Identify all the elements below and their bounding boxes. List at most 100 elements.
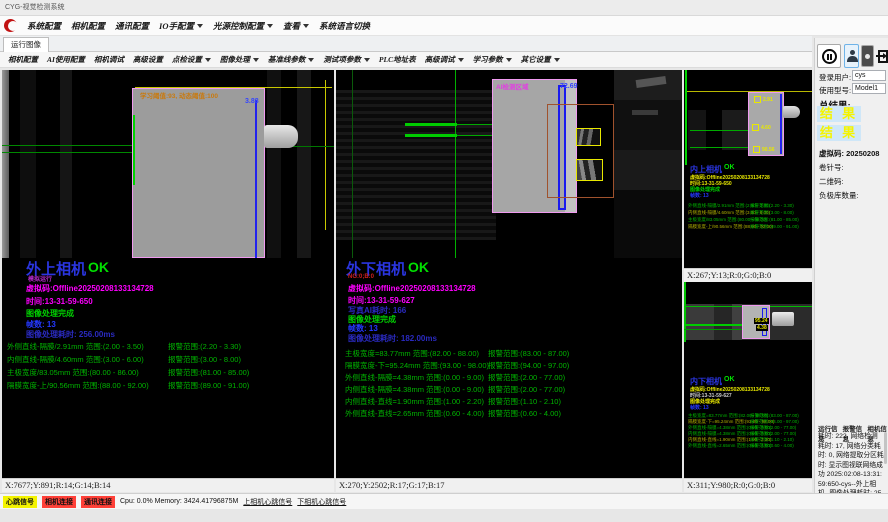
- process-done-text: 图像处理完成: [26, 308, 74, 319]
- ai-region-label: AI检测区域: [496, 81, 529, 91]
- tool-image-processing[interactable]: 图像处理: [220, 54, 259, 65]
- roi-rect-yellow: [752, 124, 759, 131]
- blue-measure-line: [780, 94, 782, 154]
- overlay-value: 4.38: [756, 325, 768, 331]
- camera-connect-badge: 相机连接: [42, 496, 76, 508]
- blue-measure-label: 3.88: [245, 98, 259, 105]
- menu-bar: 系统配置 相机配置 通讯配置 IO手配置 光源控制配置 查看 系统语言切换: [0, 16, 888, 36]
- camera-status-ok: OK: [408, 259, 429, 275]
- lower-camera-heartbeat-text: 下相机心跳信号: [297, 497, 346, 507]
- login-user-field[interactable]: cys: [852, 70, 886, 81]
- left-camera-image[interactable]: 学习阈值:93, 动态阈值:100 3.88: [2, 70, 334, 258]
- green-line: [2, 145, 133, 146]
- center-camera-image[interactable]: AI检测区域 72.69: [336, 70, 682, 258]
- pixel-coords-bar: X:311;Y:980;R:0;G:0;B:0: [684, 478, 812, 492]
- metal-highlight: [632, 110, 658, 115]
- dropdown-arrow-icon: [308, 58, 314, 62]
- toolbar: 相机配置 AI使用配置 相机调试 高级设置 点检设置 图像处理 基准线参数 测试…: [0, 52, 812, 68]
- top-right-camera-panel: 2.91 4.60 90.56 内上相机 OK 虚拟码:Offline20250…: [684, 70, 812, 282]
- dropdown-arrow-icon: [197, 24, 203, 28]
- status-bar: 心跳信号 相机连接 通讯连接 Cpu: 0.0% Memory: 3424.41…: [0, 493, 888, 509]
- model-label: 使用型号:: [819, 85, 851, 96]
- elapsed-text: 图像处理耗时: 182.00ms: [348, 333, 437, 344]
- menu-item-language[interactable]: 系统语言切换: [319, 20, 370, 32]
- menu-item-view[interactable]: 查看: [283, 20, 309, 32]
- barcode-text: 虚拟码:Offline20250208133134728: [26, 283, 154, 294]
- tab-strip: 运行图像: [0, 36, 812, 52]
- green-hline-thick: [684, 324, 744, 326]
- camera-status-ok: OK: [88, 259, 109, 275]
- comm-connect-badge: 通讯连接: [81, 496, 115, 508]
- menu-item-camera-config[interactable]: 相机配置: [71, 20, 105, 32]
- tool-other-settings[interactable]: 其它设置: [521, 54, 560, 65]
- app-window: CYG-视觉检测系统 系统配置 相机配置 通讯配置 IO手配置 光源控制配置 查…: [0, 0, 888, 522]
- roi-rect-yellow: [576, 128, 601, 146]
- qr-code-label: 二维码:: [819, 176, 844, 187]
- roi-rect-yellow: [754, 96, 761, 103]
- pixel-coords-bar: X:7677;Y:891;R:14;G:14;B:14: [2, 478, 334, 492]
- exit-button[interactable]: [876, 45, 888, 67]
- tool-test-params[interactable]: 测试项参数: [323, 54, 370, 65]
- exit-icon: [878, 50, 888, 63]
- dropdown-arrow-icon: [458, 58, 464, 62]
- time-text: 时间:13-31-59-650: [26, 296, 93, 307]
- model-field[interactable]: Model1: [852, 83, 886, 94]
- menu-item-io-config[interactable]: IO手配置: [159, 20, 203, 32]
- green-hline-thick: [405, 123, 457, 126]
- menu-item-light-config[interactable]: 光源控制配置: [213, 20, 273, 32]
- machine-background: [336, 90, 496, 240]
- roi-rect-yellow: [576, 159, 603, 181]
- control-panel: 登录用户: cys 使用型号: Model1 总结果: 结 果 结 果 虚拟码:…: [814, 38, 888, 493]
- green-edge-line: [133, 115, 135, 185]
- cpu-memory-text: Cpu: 0.0% Memory: 3424.41796875M: [120, 498, 238, 505]
- blue-measure-line: [255, 100, 257, 258]
- dropdown-arrow-icon: [364, 58, 370, 62]
- tool-plc-address[interactable]: PLC地址表: [379, 54, 416, 65]
- tool-ai-usage-config[interactable]: AI使用配置: [47, 54, 85, 65]
- tool-advanced-debug[interactable]: 高级调试: [425, 54, 464, 65]
- overlay-value: 2.91: [763, 97, 773, 103]
- tool-spot-check[interactable]: 点检设置: [172, 54, 211, 65]
- machine-right: [267, 70, 334, 258]
- tool-camera-config[interactable]: 相机配置: [8, 54, 38, 65]
- pixel-coords-bar: X:267;Y:13;R:0;G:0;B:0: [684, 268, 812, 282]
- user-button[interactable]: [844, 44, 859, 68]
- result-badge-1: 结 果: [817, 106, 861, 122]
- camera-status-ok: OK: [724, 164, 735, 171]
- tool-baseline-params[interactable]: 基准线参数: [268, 54, 315, 65]
- overlay-value: 4.60: [761, 125, 771, 131]
- tool-camera-debug[interactable]: 相机调试: [94, 54, 124, 65]
- green-hline: [684, 329, 744, 330]
- tab-run-image[interactable]: 运行图像: [3, 37, 49, 52]
- green-edge-line: [684, 282, 686, 342]
- tool-learning-params[interactable]: 学习参数: [473, 54, 512, 65]
- log-scrollbar[interactable]: [884, 432, 887, 464]
- tab-connector: [264, 125, 298, 148]
- result-badge-2: 结 果: [817, 125, 861, 141]
- mode-text: 模拟运行: [28, 274, 52, 283]
- dropdown-arrow-icon: [205, 58, 211, 62]
- elapsed-text: 图像处理耗时: 256.00ms: [26, 329, 115, 340]
- dropdown-arrow-icon: [253, 58, 259, 62]
- tool-advanced-settings[interactable]: 高级设置: [133, 54, 163, 65]
- heartbeat-status-badge: 心跳信号: [3, 496, 37, 508]
- lock-button[interactable]: [861, 45, 874, 67]
- threshold-overlay-text: 学习阈值:93, 动态阈值:100: [140, 90, 218, 100]
- green-hline-thick: [405, 134, 457, 137]
- menu-item-system-config[interactable]: 系统配置: [27, 20, 61, 32]
- machine-edge: [2, 70, 9, 258]
- window-title: CYG-视觉检测系统: [5, 4, 65, 11]
- login-user-label: 登录用户:: [819, 72, 851, 83]
- tab-connector: [783, 106, 800, 118]
- pause-button[interactable]: [817, 44, 841, 68]
- bottom-right-camera-image[interactable]: 95.24 4.38: [684, 282, 812, 372]
- dropdown-arrow-icon: [303, 24, 309, 28]
- menu-item-comm-config[interactable]: 通讯配置: [115, 20, 149, 32]
- virtual-code-line: 虚拟码: 20250208: [819, 148, 879, 159]
- roi-rect-yellow: [753, 146, 760, 153]
- frame-count-text: 帧数: 13: [690, 192, 709, 199]
- green-hline: [690, 147, 750, 148]
- reel-number-label: 卷针号:: [819, 162, 844, 173]
- title-bar: CYG-视觉检测系统: [0, 0, 888, 16]
- blue-measure-label: 72.69: [560, 83, 578, 90]
